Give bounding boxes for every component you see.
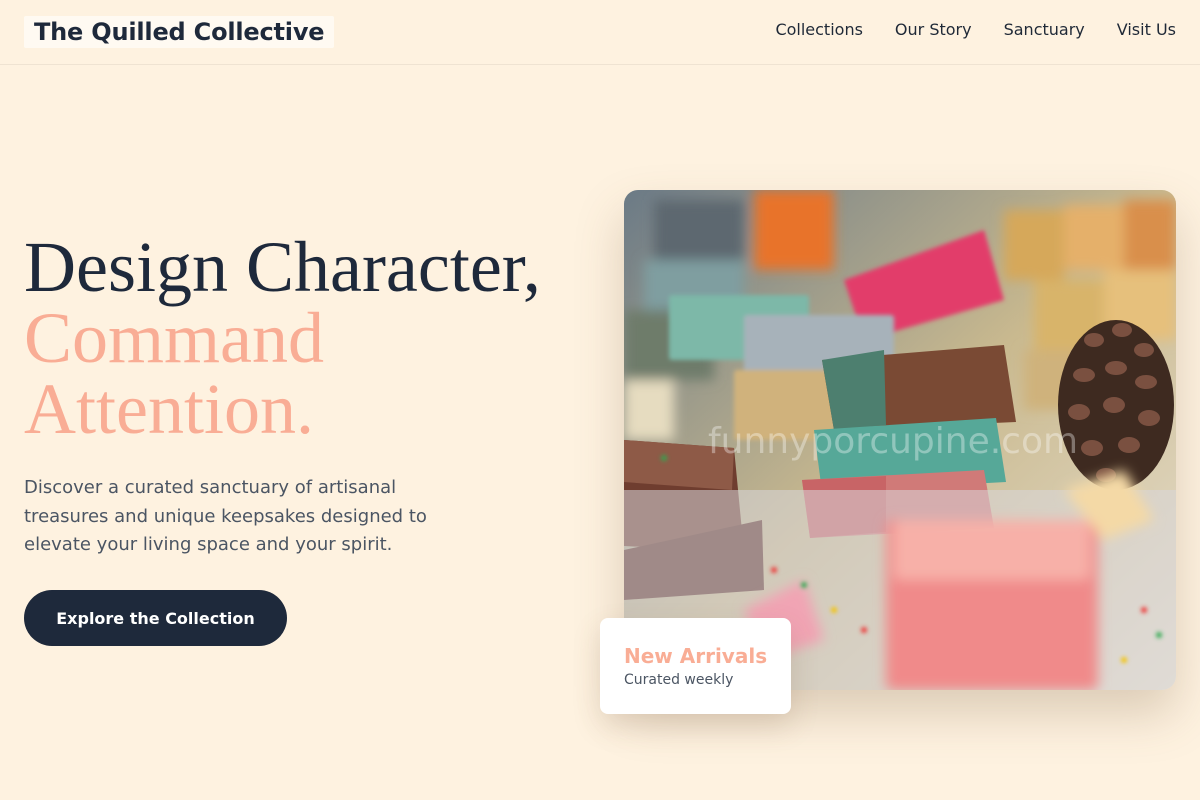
main-nav: Collections Our Story Sanctuary Visit Us [775,19,1176,41]
nav-link-our-story[interactable]: Our Story [895,19,972,41]
site-header: The Quilled Collective Collections Our S… [0,0,1200,65]
hero-title: Design Character, Command Attention. [24,227,584,449]
page: The Quilled Collective Collections Our S… [0,0,1200,800]
hero-title-line-3: Attention. [24,369,314,449]
nav-link-sanctuary[interactable]: Sanctuary [1004,19,1085,41]
hero-title-line-1: Design Character, [24,227,541,307]
badge-title: New Arrivals [624,644,768,668]
nav-link-visit-us[interactable]: Visit Us [1117,19,1176,41]
hero-description: Discover a curated sanctuary of artisana… [24,477,427,555]
hero-title-line-2: Command [24,298,324,378]
nav-link-collections[interactable]: Collections [775,19,862,41]
badge-subtitle: Curated weekly [624,672,734,688]
new-arrivals-card: New Arrivals Curated weekly [600,618,791,714]
explore-collection-button[interactable]: Explore the Collection [24,590,287,646]
brand-logo[interactable]: The Quilled Collective [24,16,335,48]
image-watermark: funnyporcupine.com [708,421,1079,462]
